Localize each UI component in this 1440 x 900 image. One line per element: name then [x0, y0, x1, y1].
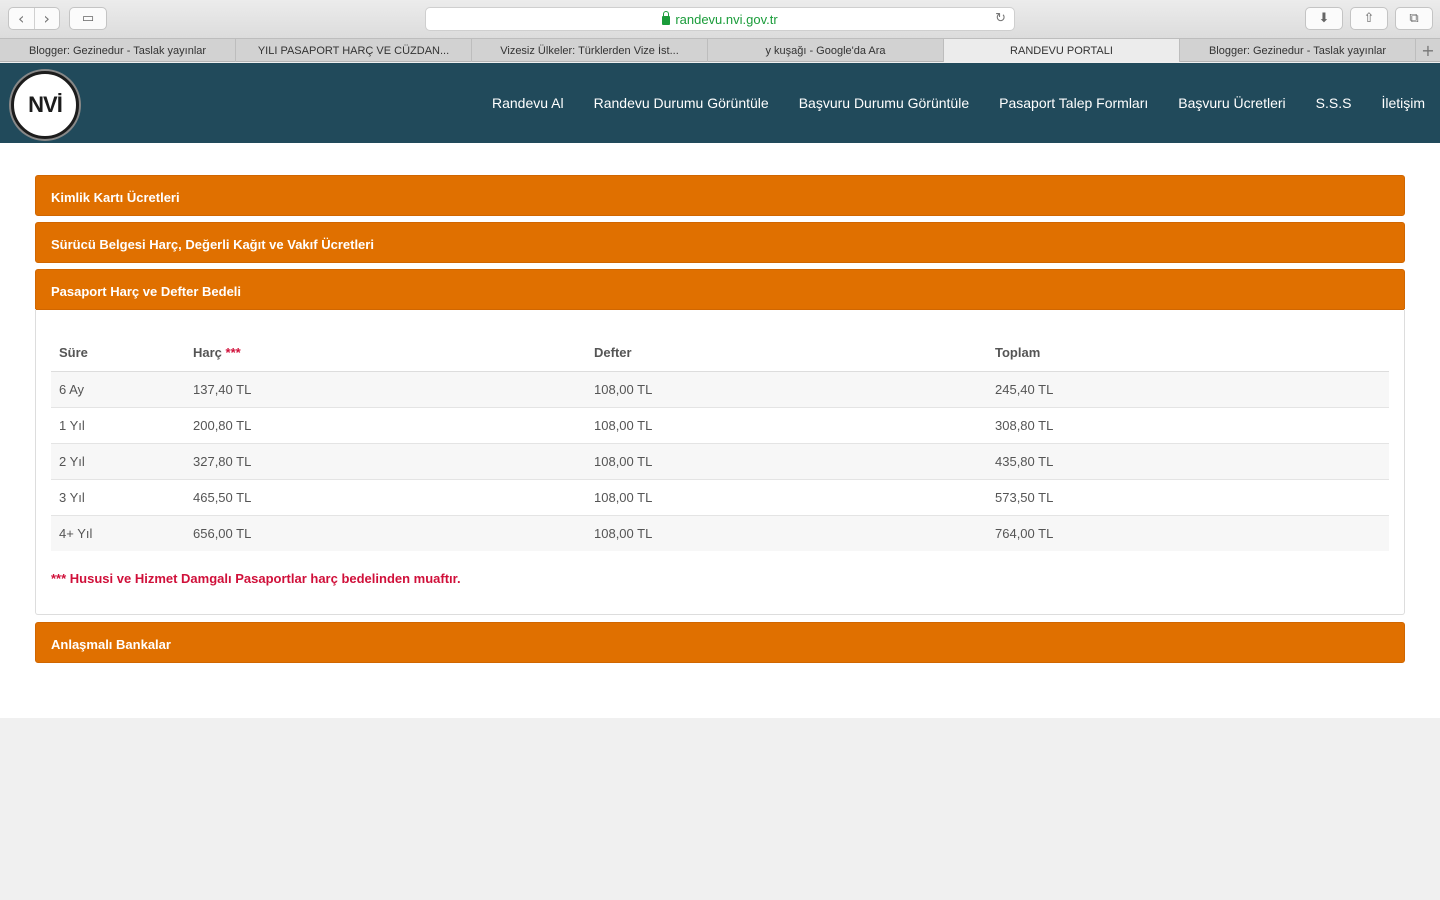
table-header-row: Süre Harç *** Defter Toplam: [51, 335, 1389, 372]
cell-harc: 137,40 TL: [185, 370, 586, 407]
nav-randevu-al[interactable]: Randevu Al: [492, 95, 564, 111]
cell-sure: 6 Ay: [51, 370, 185, 407]
cell-toplam: 308,80 TL: [987, 406, 1389, 443]
reload-icon[interactable]: ↻: [995, 11, 1006, 26]
browser-tab-active[interactable]: RANDEVU PORTALI: [944, 39, 1180, 62]
sidebar-toggle-icon[interactable]: ▭: [69, 7, 107, 30]
history-nav: ‹ ›: [8, 7, 60, 30]
table-row: 2 Yıl 327,80 TL 108,00 TL 435,80 TL: [51, 442, 1389, 479]
cell-sure: 1 Yıl: [51, 406, 185, 443]
panel-anlasmali-bankalar[interactable]: Anlaşmalı Bankalar: [35, 622, 1405, 663]
cell-harc: 465,50 TL: [185, 478, 586, 515]
nav-iletisim[interactable]: İletişim: [1381, 95, 1425, 111]
col-harc-label: Harç: [193, 345, 222, 361]
browser-tab[interactable]: YILI PASAPORT HARÇ VE CÜZDAN...: [236, 39, 472, 62]
tabs-overview-icon[interactable]: ⧉: [1395, 7, 1433, 30]
harc-exemption-note: *** Hususi ve Hizmet Damgalı Pasaportlar…: [51, 571, 461, 586]
col-harc: Harç ***: [185, 335, 586, 372]
nav-pasaport-talep-formlari[interactable]: Pasaport Talep Formları: [999, 95, 1148, 111]
nvi-logo[interactable]: NVİ: [11, 71, 79, 139]
browser-tab[interactable]: y kuşağı - Google'da Ara: [708, 39, 944, 62]
cell-toplam: 573,50 TL: [987, 478, 1389, 515]
logo-text: NVİ: [28, 92, 63, 117]
pasaport-panel-body: Süre Harç *** Defter Toplam 6 Ay 137,40 …: [35, 309, 1405, 615]
main-nav: Randevu Al Randevu Durumu Görüntüle Başv…: [462, 63, 1425, 143]
cell-harc: 200,80 TL: [185, 406, 586, 443]
panel-surucu-belgesi[interactable]: Sürücü Belgesi Harç, Değerli Kağıt ve Va…: [35, 222, 1405, 263]
nav-randevu-durumu[interactable]: Randevu Durumu Görüntüle: [594, 95, 769, 111]
new-tab-icon[interactable]: +: [1416, 39, 1440, 61]
url-text: randevu.nvi.gov.tr: [675, 11, 778, 27]
back-icon[interactable]: ‹: [9, 8, 34, 29]
pasaport-fee-table: Süre Harç *** Defter Toplam 6 Ay 137,40 …: [51, 335, 1389, 551]
table-row: 4+ Yıl 656,00 TL 108,00 TL 764,00 TL: [51, 514, 1389, 551]
cell-defter: 108,00 TL: [586, 442, 987, 479]
browser-toolbar: ‹ › ▭ randevu.nvi.gov.tr ↻ ⬇ ⇧ ⧉: [0, 0, 1440, 38]
cell-harc: 327,80 TL: [185, 442, 586, 479]
address-bar[interactable]: randevu.nvi.gov.tr ↻: [425, 7, 1015, 31]
cell-toplam: 435,80 TL: [987, 442, 1389, 479]
nav-basvuru-durumu[interactable]: Başvuru Durumu Görüntüle: [799, 95, 969, 111]
panel-pasaport-harc[interactable]: Pasaport Harç ve Defter Bedeli: [35, 269, 1405, 310]
table-row: 3 Yıl 465,50 TL 108,00 TL 573,50 TL: [51, 478, 1389, 515]
col-defter: Defter: [586, 335, 987, 372]
cell-sure: 2 Yıl: [51, 442, 185, 479]
tab-bar: Blogger: Gezinedur - Taslak yayınlar YIL…: [0, 38, 1440, 62]
download-icon[interactable]: ⬇: [1305, 7, 1343, 30]
cell-toplam: 245,40 TL: [987, 370, 1389, 407]
browser-tab[interactable]: Vizesiz Ülkeler: Türklerden Vize İst...: [472, 39, 708, 62]
cell-defter: 108,00 TL: [586, 478, 987, 515]
table-row: 6 Ay 137,40 TL 108,00 TL 245,40 TL: [51, 370, 1389, 407]
nav-basvuru-ucretleri[interactable]: Başvuru Ücretleri: [1178, 95, 1285, 111]
forward-icon[interactable]: ›: [33, 8, 60, 29]
panel-kimlik-karti[interactable]: Kimlik Kartı Ücretleri: [35, 175, 1405, 216]
cell-defter: 108,00 TL: [586, 406, 987, 443]
share-icon[interactable]: ⇧: [1350, 7, 1388, 30]
lock-icon: [662, 10, 671, 25]
cell-toplam: 764,00 TL: [987, 514, 1389, 551]
content-area: Kimlik Kartı Ücretleri Sürücü Belgesi Ha…: [0, 143, 1440, 718]
cell-harc: 656,00 TL: [185, 514, 586, 551]
cell-sure: 4+ Yıl: [51, 514, 185, 551]
col-sure: Süre: [51, 335, 185, 372]
nav-sss[interactable]: S.S.S: [1316, 95, 1352, 111]
site-header: NVİ Randevu Al Randevu Durumu Görüntüle …: [0, 63, 1440, 143]
browser-tab[interactable]: Blogger: Gezinedur - Taslak yayınlar: [1180, 39, 1416, 62]
cell-defter: 108,00 TL: [586, 370, 987, 407]
harc-footnote-mark: ***: [225, 345, 241, 361]
col-toplam: Toplam: [987, 335, 1389, 372]
browser-tab[interactable]: Blogger: Gezinedur - Taslak yayınlar: [0, 39, 236, 62]
table-row: 1 Yıl 200,80 TL 108,00 TL 308,80 TL: [51, 406, 1389, 443]
cell-sure: 3 Yıl: [51, 478, 185, 515]
cell-defter: 108,00 TL: [586, 514, 987, 551]
